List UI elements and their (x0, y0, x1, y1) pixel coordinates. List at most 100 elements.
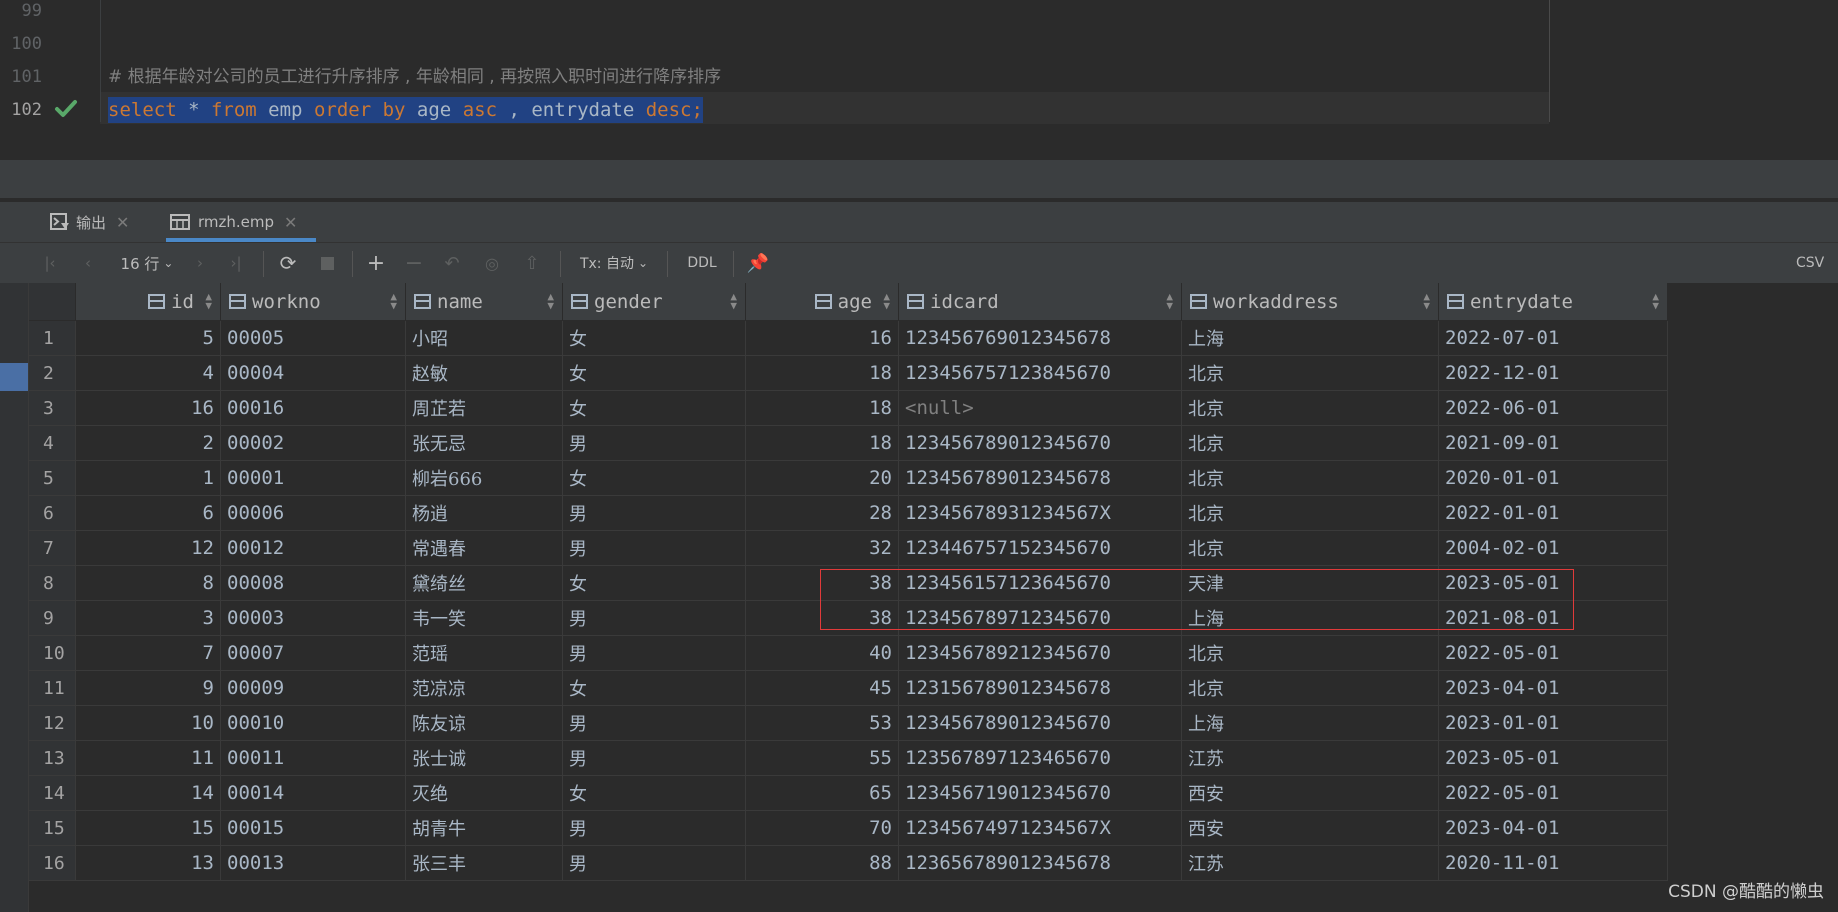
column-header-gender[interactable]: gender ▲ ▼ (562, 283, 746, 321)
cell-workno[interactable]: 00014 (220, 775, 406, 811)
table-row[interactable]: 7 12 00012 常遇春男 32 123446757152345670 北京 2004-0… (29, 530, 1668, 566)
column-header-workno[interactable]: workno ▲ ▼ (220, 283, 406, 321)
cell-entrydate[interactable]: 2023-04-01 (1438, 810, 1668, 846)
sort-icon[interactable]: ▲ ▼ (1652, 291, 1659, 311)
transaction-mode-dropdown[interactable]: Tx: 自动 ⌄ (574, 243, 654, 283)
cell-entrydate[interactable]: 2023-05-01 (1438, 740, 1668, 776)
table-row[interactable]: 6 6 00006 杨逍男 28 12345678931234567X 北京 2022-01-… (29, 495, 1668, 531)
table-row[interactable]: 1 5 00005 小昭女 16 123456769012345678 上海 2022-07-… (29, 320, 1668, 356)
tab-rmzh-emp[interactable]: rmzh.emp ✕ (170, 202, 297, 242)
submit-icon[interactable]: ⇧ (520, 243, 544, 283)
cell-name[interactable]: 赵敏 (405, 355, 563, 391)
cell-entrydate[interactable]: 2020-01-01 (1438, 460, 1668, 496)
tab-output[interactable]: 输出 ✕ (50, 202, 129, 242)
cell-workaddress[interactable]: 天津 (1181, 565, 1439, 601)
cell-id[interactable]: 9 (75, 670, 221, 706)
cell-workaddress[interactable]: 北京 (1181, 460, 1439, 496)
cell-id[interactable]: 13 (75, 845, 221, 881)
cell-age[interactable]: 53 (745, 705, 899, 741)
column-header-name[interactable]: name ▲ ▼ (405, 283, 563, 321)
cell-workno[interactable]: 00010 (220, 705, 406, 741)
cell-workno[interactable]: 00008 (220, 565, 406, 601)
cell-gender[interactable]: 女 (562, 320, 746, 356)
cell-workno[interactable]: 00009 (220, 670, 406, 706)
cell-workno[interactable]: 00006 (220, 495, 406, 531)
cell-name[interactable]: 杨逍 (405, 495, 563, 531)
cell-entrydate[interactable]: 2023-05-01 (1438, 565, 1668, 601)
column-header-idcard[interactable]: idcard ▲ ▼ (898, 283, 1182, 321)
cell-workno[interactable]: 00005 (220, 320, 406, 356)
sql-statement[interactable]: select * from emp order by age asc , ent… (108, 93, 703, 127)
cell-gender[interactable]: 男 (562, 810, 746, 846)
cell-workaddress[interactable]: 上海 (1181, 600, 1439, 636)
cell-workno[interactable]: 00015 (220, 810, 406, 846)
cell-id[interactable]: 12 (75, 530, 221, 566)
cell-id[interactable]: 16 (75, 390, 221, 426)
cell-workno[interactable]: 00016 (220, 390, 406, 426)
csv-export-dropdown[interactable]: CSV (1796, 243, 1836, 283)
refresh-icon[interactable]: ⟳ (276, 243, 300, 283)
cell-workaddress[interactable]: 北京 (1181, 530, 1439, 566)
cell-idcard[interactable]: 123156789012345678 (898, 670, 1182, 706)
cell-age[interactable]: 38 (745, 600, 899, 636)
row-count-dropdown[interactable]: 16 行 ⌄ (112, 243, 182, 283)
cell-gender[interactable]: 男 (562, 705, 746, 741)
cell-gender[interactable]: 女 (562, 670, 746, 706)
column-header-age[interactable]: age ▲ ▼ (745, 283, 899, 321)
cell-gender[interactable]: 女 (562, 460, 746, 496)
sort-icon[interactable]: ▲ ▼ (1423, 291, 1430, 311)
cell-workno[interactable]: 00003 (220, 600, 406, 636)
cell-workaddress[interactable]: 西安 (1181, 775, 1439, 811)
table-row[interactable]: 13 11 00011 张士诚男 55 123567897123465670 江苏 2023-… (29, 740, 1668, 776)
cell-workaddress[interactable]: 江苏 (1181, 740, 1439, 776)
cell-workaddress[interactable]: 上海 (1181, 320, 1439, 356)
cell-workno[interactable]: 00002 (220, 425, 406, 461)
column-header-entrydate[interactable]: entrydate ▲ ▼ (1438, 283, 1668, 321)
sort-icon[interactable]: ▲ ▼ (547, 291, 554, 311)
preview-icon[interactable]: ◎ (480, 243, 504, 283)
cell-name[interactable]: 范凉凉 (405, 670, 563, 706)
cell-name[interactable]: 灭绝 (405, 775, 563, 811)
table-row[interactable]: 14 14 00014 灭绝女 65 123456719012345670 西安 2022-0… (29, 775, 1668, 811)
delete-row-icon[interactable]: − (402, 243, 426, 283)
cell-entrydate[interactable]: 2022-06-01 (1438, 390, 1668, 426)
cell-id[interactable]: 11 (75, 740, 221, 776)
cell-workaddress[interactable]: 西安 (1181, 810, 1439, 846)
cell-entrydate[interactable]: 2021-09-01 (1438, 425, 1668, 461)
cell-idcard[interactable]: 123656789012345678 (898, 845, 1182, 881)
cell-id[interactable]: 5 (75, 320, 221, 356)
cell-name[interactable]: 常遇春 (405, 530, 563, 566)
cell-entrydate[interactable]: 2022-12-01 (1438, 355, 1668, 391)
cell-age[interactable]: 40 (745, 635, 899, 671)
column-header-workaddress[interactable]: workaddress ▲ ▼ (1181, 283, 1439, 321)
cell-name[interactable]: 张无忌 (405, 425, 563, 461)
table-row[interactable]: 16 13 00013 张三丰男 88 123656789012345678 江苏 2020-… (29, 845, 1668, 881)
cell-workno[interactable]: 00004 (220, 355, 406, 391)
table-row[interactable]: 2 4 00004 赵敏女 18 123456757123845670 北京 2022-12-… (29, 355, 1668, 391)
cell-workaddress[interactable]: 北京 (1181, 355, 1439, 391)
cell-gender[interactable]: 男 (562, 530, 746, 566)
sort-icon[interactable]: ▲ ▼ (883, 291, 890, 311)
cell-entrydate[interactable]: 2020-11-01 (1438, 845, 1668, 881)
stop-icon[interactable] (315, 243, 339, 283)
table-row[interactable]: 9 3 00003 韦一笑男 38 123456789712345670 上海 2021-08… (29, 600, 1668, 636)
cell-gender[interactable]: 男 (562, 495, 746, 531)
cell-gender[interactable]: 男 (562, 740, 746, 776)
sort-icon[interactable]: ▲ ▼ (730, 291, 737, 311)
cell-workaddress[interactable]: 北京 (1181, 390, 1439, 426)
table-row[interactable]: 12 10 00010 陈友谅男 53 123456789012345670 上海 2023-… (29, 705, 1668, 741)
table-row[interactable]: 3 16 00016 周芷若女 18 <null> 北京 2022-06-01 (29, 390, 1668, 426)
cell-workaddress[interactable]: 北京 (1181, 635, 1439, 671)
cell-entrydate[interactable]: 2022-05-01 (1438, 775, 1668, 811)
cell-entrydate[interactable]: 2023-04-01 (1438, 670, 1668, 706)
sort-icon[interactable]: ▲ ▼ (205, 291, 212, 311)
cell-name[interactable]: 范瑶 (405, 635, 563, 671)
add-row-icon[interactable]: + (364, 243, 388, 283)
cell-entrydate[interactable]: 2023-01-01 (1438, 705, 1668, 741)
cell-age[interactable]: 38 (745, 565, 899, 601)
cell-workno[interactable]: 00011 (220, 740, 406, 776)
cell-id[interactable]: 2 (75, 425, 221, 461)
cell-id[interactable]: 10 (75, 705, 221, 741)
cell-name[interactable]: 小昭 (405, 320, 563, 356)
table-row[interactable]: 4 2 00002 张无忌男 18 123456789012345670 北京 2021-09… (29, 425, 1668, 461)
